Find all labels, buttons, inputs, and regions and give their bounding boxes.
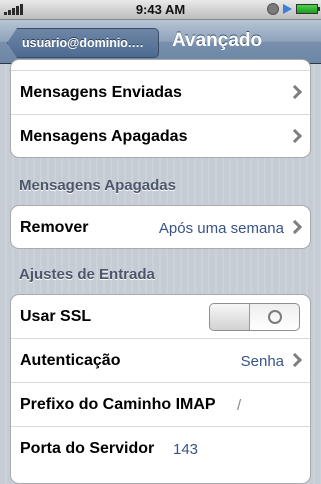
page-title: Avançado xyxy=(172,30,263,51)
server-port-label: Porta do Servidor xyxy=(20,440,155,457)
use-ssl-row: Usar SSL xyxy=(11,295,310,339)
toggle-knob xyxy=(210,304,250,330)
server-port-field[interactable]: 143 xyxy=(173,441,198,458)
deleted-messages-group: Remover Após uma semana xyxy=(10,205,311,249)
toggle-off-icon xyxy=(268,310,282,324)
sent-messages-label: Mensagens Enviadas xyxy=(20,84,182,101)
chevron-right-icon xyxy=(287,128,303,144)
incoming-settings-section-header: Ajustes de Entrada xyxy=(19,266,155,283)
play-icon xyxy=(283,4,292,14)
status-icons xyxy=(267,3,320,15)
sent-messages-row[interactable]: Mensagens Enviadas xyxy=(11,71,310,115)
chevron-right-icon xyxy=(287,84,303,100)
authentication-row[interactable]: Autenticação Senha xyxy=(11,339,310,383)
use-ssl-label: Usar SSL xyxy=(20,308,92,325)
authentication-value: Senha xyxy=(240,353,284,370)
chevron-right-icon xyxy=(287,352,303,368)
server-port-row[interactable]: Porta do Servidor 143 xyxy=(11,427,310,471)
deleted-messages-section-header: Mensagens Apagadas xyxy=(19,177,176,194)
imap-prefix-label: Prefixo do Caminho IMAP xyxy=(20,396,216,413)
imap-prefix-field[interactable]: / xyxy=(237,397,241,414)
status-bar: 9:43 AM xyxy=(0,0,321,20)
use-ssl-toggle[interactable] xyxy=(209,303,300,331)
deleted-messages-label: Mensagens Apagadas xyxy=(20,128,188,145)
remove-value: Após uma semana xyxy=(158,220,284,237)
back-button[interactable]: usuario@dominio.co... xyxy=(7,28,159,58)
cell-mailbox-top-partial xyxy=(11,60,310,71)
orientation-lock-icon xyxy=(267,3,279,15)
remove-row[interactable]: Remover Após uma semana xyxy=(11,206,310,248)
chevron-right-icon xyxy=(287,219,303,235)
incoming-settings-group: Usar SSL Autenticação Senha Prefixo do C… xyxy=(10,294,311,484)
deleted-messages-row[interactable]: Mensagens Apagadas xyxy=(11,115,310,157)
imap-prefix-row[interactable]: Prefixo do Caminho IMAP / xyxy=(11,383,310,427)
authentication-label: Autenticação xyxy=(20,352,121,369)
battery-icon xyxy=(296,4,320,14)
remove-label: Remover xyxy=(20,219,89,236)
navigation-bar: usuario@dominio.co... Avançado xyxy=(0,20,321,64)
mailbox-behaviors-group: Mensagens Enviadas Mensagens Apagadas xyxy=(10,59,311,158)
